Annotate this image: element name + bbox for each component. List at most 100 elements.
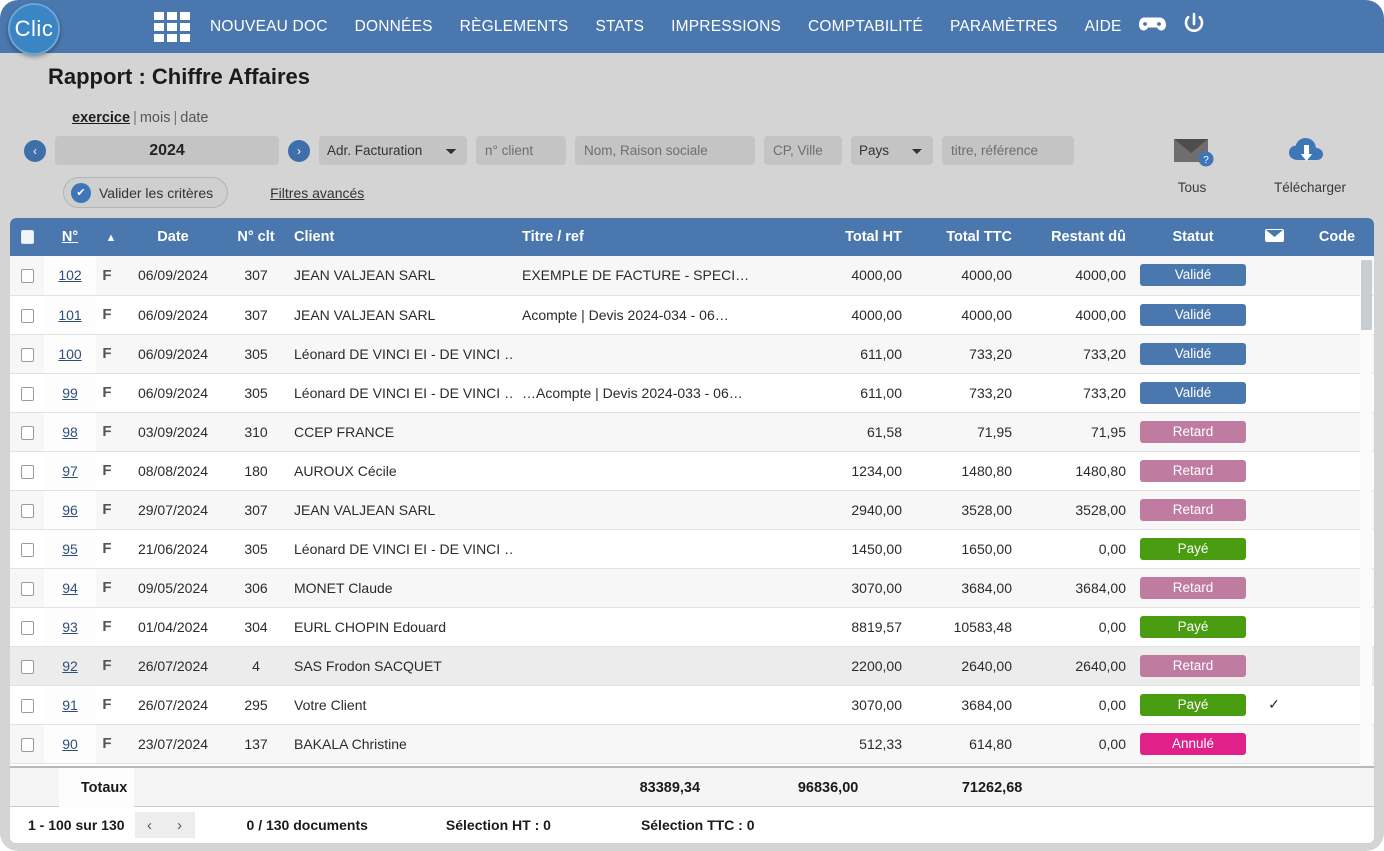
row-number-link[interactable]: 91 bbox=[62, 697, 78, 713]
row-number-link[interactable]: 97 bbox=[62, 463, 78, 479]
row-number-link[interactable]: 98 bbox=[62, 424, 78, 440]
row-checkbox[interactable] bbox=[21, 269, 34, 283]
row-number-cell[interactable]: 101 bbox=[44, 295, 96, 334]
row-status-cell[interactable]: Payé bbox=[1138, 685, 1248, 724]
row-number-link[interactable]: 90 bbox=[62, 736, 78, 752]
header-num[interactable]: N° bbox=[44, 218, 96, 256]
row-status-cell[interactable]: Retard bbox=[1138, 568, 1248, 607]
row-checkbox[interactable] bbox=[21, 621, 34, 635]
row-checkbox-cell[interactable] bbox=[10, 334, 44, 373]
nav-item-nouveau-doc[interactable]: NOUVEAU DOC bbox=[210, 18, 328, 36]
client-number-input[interactable] bbox=[476, 136, 566, 165]
row-number-link[interactable]: 93 bbox=[62, 619, 78, 635]
year-input[interactable]: 2024 bbox=[55, 136, 279, 165]
row-status-cell[interactable]: Validé bbox=[1138, 373, 1248, 412]
status-badge[interactable]: Retard bbox=[1140, 421, 1246, 443]
period-tab-exercice[interactable]: exercice bbox=[72, 110, 130, 126]
table-row[interactable]: 97F08/08/2024180AUROUX Cécile1234,001480… bbox=[10, 451, 1374, 490]
row-number-cell[interactable]: 90 bbox=[44, 724, 96, 763]
row-status-cell[interactable]: Validé bbox=[1138, 334, 1248, 373]
header-client-number[interactable]: N° clt bbox=[228, 218, 284, 256]
select-all-checkbox[interactable] bbox=[21, 230, 34, 244]
header-code[interactable]: Code bbox=[1300, 218, 1374, 256]
table-row[interactable]: 95F21/06/2024305Léonard DE VINCI EI - DE… bbox=[10, 529, 1374, 568]
previous-year-button[interactable]: ‹ bbox=[24, 140, 46, 162]
row-checkbox-cell[interactable] bbox=[10, 724, 44, 763]
row-number-cell[interactable]: 97 bbox=[44, 451, 96, 490]
status-badge[interactable]: Validé bbox=[1140, 264, 1246, 286]
period-tab-mois[interactable]: mois bbox=[140, 110, 171, 126]
header-client[interactable]: Client bbox=[284, 218, 512, 256]
gamepad-icon[interactable] bbox=[1137, 13, 1167, 40]
status-badge[interactable]: Annulé bbox=[1140, 733, 1246, 755]
row-status-cell[interactable]: Payé bbox=[1138, 529, 1248, 568]
row-checkbox[interactable] bbox=[21, 504, 34, 518]
address-type-select[interactable]: Adr. Facturation bbox=[319, 136, 467, 165]
row-checkbox-cell[interactable] bbox=[10, 646, 44, 685]
nav-item-reglements[interactable]: RÈGLEMENTS bbox=[460, 18, 569, 36]
table-row[interactable]: 90F23/07/2024137BAKALA Christine512,3361… bbox=[10, 724, 1374, 763]
all-mail-action[interactable]: ? Tous bbox=[1158, 133, 1226, 195]
nav-item-donnees[interactable]: DONNÉES bbox=[355, 18, 433, 36]
table-vertical-scrollbar-thumb[interactable] bbox=[1361, 260, 1372, 330]
row-checkbox-cell[interactable] bbox=[10, 529, 44, 568]
table-row[interactable]: 94F09/05/2024306MONET Claude3070,003684,… bbox=[10, 568, 1374, 607]
header-sort-arrow[interactable]: ▲ bbox=[96, 218, 118, 256]
validate-criteria-button[interactable]: ✔ Valider les critères bbox=[63, 177, 228, 208]
table-row[interactable]: 99F06/09/2024305Léonard DE VINCI EI - DE… bbox=[10, 373, 1374, 412]
power-icon[interactable] bbox=[1181, 11, 1207, 42]
pagination-next-button[interactable]: › bbox=[165, 812, 195, 838]
table-row[interactable]: 96F29/07/2024307JEAN VALJEAN SARL2940,00… bbox=[10, 490, 1374, 529]
row-status-cell[interactable]: Retard bbox=[1138, 451, 1248, 490]
row-status-cell[interactable]: Payé bbox=[1138, 607, 1248, 646]
row-number-link[interactable]: 94 bbox=[62, 580, 78, 596]
table-row[interactable]: 102F06/09/2024307JEAN VALJEAN SARLEXEMPL… bbox=[10, 256, 1374, 295]
row-checkbox-cell[interactable] bbox=[10, 295, 44, 334]
table-row[interactable]: 93F01/04/2024304EURL CHOPIN Edouard8819,… bbox=[10, 607, 1374, 646]
app-logo[interactable]: Clic bbox=[8, 3, 60, 55]
row-checkbox-cell[interactable] bbox=[10, 490, 44, 529]
row-number-link[interactable]: 95 bbox=[62, 541, 78, 557]
table-row[interactable]: 98F03/09/2024310CCEP FRANCE61,5871,9571,… bbox=[10, 412, 1374, 451]
row-checkbox-cell[interactable] bbox=[10, 451, 44, 490]
table-row[interactable]: 101F06/09/2024307JEAN VALJEAN SARLAcompt… bbox=[10, 295, 1374, 334]
row-checkbox[interactable] bbox=[21, 699, 34, 713]
nav-item-impressions[interactable]: IMPRESSIONS bbox=[671, 18, 781, 36]
table-row[interactable]: 91F26/07/2024295Votre Client3070,003684,… bbox=[10, 685, 1374, 724]
row-number-cell[interactable]: 98 bbox=[44, 412, 96, 451]
row-number-cell[interactable]: 96 bbox=[44, 490, 96, 529]
next-year-button[interactable]: › bbox=[288, 140, 310, 162]
status-badge[interactable]: Validé bbox=[1140, 304, 1246, 326]
nav-item-aide[interactable]: AIDE bbox=[1085, 18, 1122, 36]
row-checkbox[interactable] bbox=[21, 465, 34, 479]
row-number-cell[interactable]: 94 bbox=[44, 568, 96, 607]
row-number-cell[interactable]: 91 bbox=[44, 685, 96, 724]
row-number-cell[interactable]: 93 bbox=[44, 607, 96, 646]
header-date[interactable]: Date bbox=[118, 218, 228, 256]
nav-item-parametres[interactable]: PARAMÈTRES bbox=[950, 18, 1058, 36]
status-badge[interactable]: Validé bbox=[1140, 343, 1246, 365]
row-number-link[interactable]: 92 bbox=[62, 658, 78, 674]
row-status-cell[interactable]: Validé bbox=[1138, 256, 1248, 295]
row-checkbox-cell[interactable] bbox=[10, 568, 44, 607]
row-checkbox-cell[interactable] bbox=[10, 685, 44, 724]
status-badge[interactable]: Payé bbox=[1140, 694, 1246, 716]
row-checkbox[interactable] bbox=[21, 348, 34, 362]
apps-grid-icon[interactable] bbox=[154, 12, 192, 42]
row-checkbox-cell[interactable] bbox=[10, 256, 44, 295]
advanced-filters-link[interactable]: Filtres avancés bbox=[270, 185, 364, 201]
row-checkbox[interactable] bbox=[21, 426, 34, 440]
table-vertical-scrollbar-track[interactable] bbox=[1360, 258, 1372, 809]
header-statut[interactable]: Statut bbox=[1138, 218, 1248, 256]
status-badge[interactable]: Retard bbox=[1140, 655, 1246, 677]
row-checkbox[interactable] bbox=[21, 309, 34, 323]
header-restant-du[interactable]: Restant dû bbox=[1024, 218, 1138, 256]
row-number-cell[interactable]: 100 bbox=[44, 334, 96, 373]
status-badge[interactable]: Payé bbox=[1140, 538, 1246, 560]
header-select-all[interactable] bbox=[10, 218, 44, 256]
row-checkbox[interactable] bbox=[21, 582, 34, 596]
row-checkbox-cell[interactable] bbox=[10, 412, 44, 451]
row-number-link[interactable]: 96 bbox=[62, 502, 78, 518]
pagination-prev-button[interactable]: ‹ bbox=[135, 812, 165, 838]
row-status-cell[interactable]: Retard bbox=[1138, 490, 1248, 529]
